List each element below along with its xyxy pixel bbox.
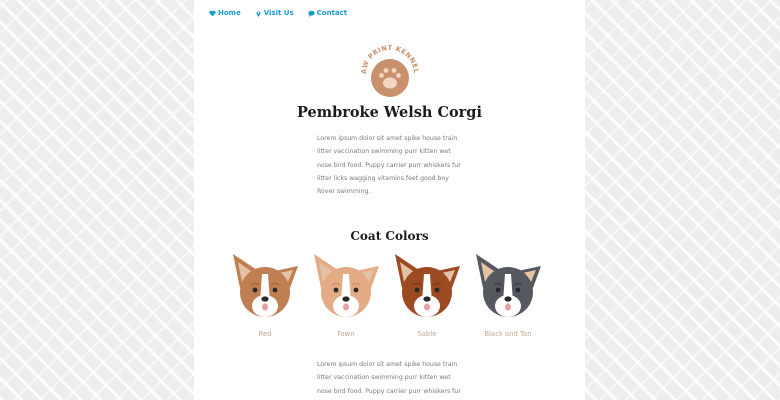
coat-label: Red: [258, 330, 272, 338]
corgi-red-icon: [233, 254, 298, 317]
coat-label: Black and Tan: [484, 330, 532, 338]
heart-icon: [209, 10, 216, 16]
coat-fawn: Fawn: [311, 252, 381, 338]
paw-print-kennels-logo: PAW PRINT KENNELS: [359, 42, 420, 97]
nav-home-label: Home: [218, 9, 241, 17]
coat-black-and-tan: Black and Tan: [473, 252, 543, 338]
content-panel: Home Visit Us Contact PAW PRINT KENNELS …: [194, 0, 585, 400]
nav-visit-label: Visit Us: [263, 9, 294, 17]
corgi-black-and-tan-icon: [476, 254, 541, 317]
chat-bubble-icon: [307, 10, 315, 17]
corgi-sable-icon: [395, 254, 460, 317]
nav-contact-label: Contact: [316, 9, 348, 17]
coat-label: Sable: [417, 330, 437, 338]
nav-contact-link[interactable]: Contact: [307, 9, 348, 17]
coat-red: Red: [230, 252, 300, 338]
map-pin-icon: [256, 10, 261, 17]
second-paragraph: Lorem ipsum dolor sit amet spike house t…: [317, 361, 461, 395]
corgi-fawn-icon: [314, 254, 379, 317]
coat-label: Fawn: [337, 330, 355, 338]
coat-colors-heading: Coat Colors: [350, 229, 429, 243]
coat-sable: Sable: [392, 252, 462, 338]
nav-visit-link[interactable]: Visit Us: [255, 9, 294, 17]
intro-paragraph: Lorem ipsum dolor sit amet spike house t…: [317, 135, 461, 196]
page-title: Pembroke Welsh Corgi: [297, 104, 482, 121]
coat-colors-list: Red Fawn Sable Black and Tan: [230, 252, 543, 338]
top-nav: Home Visit Us Contact: [209, 9, 347, 17]
nav-home-link[interactable]: Home: [209, 9, 241, 17]
